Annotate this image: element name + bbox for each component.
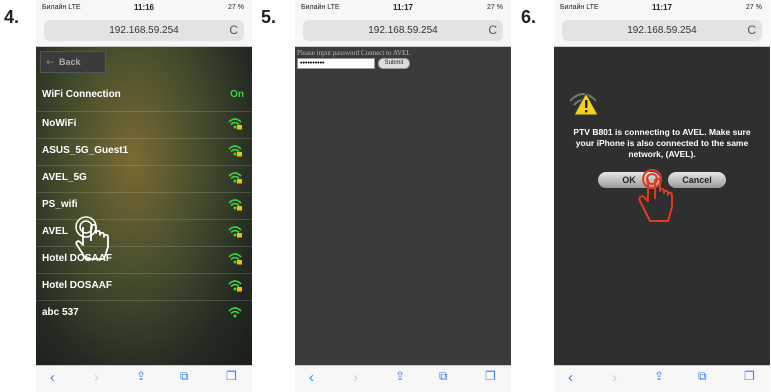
wifi-network-name: ASUS_5G_Guest1 — [42, 145, 129, 156]
clock: 11:17 — [651, 3, 673, 12]
wifi-state[interactable]: On — [230, 89, 244, 100]
password-screen: Please input password Connect to AVEL ••… — [295, 47, 511, 366]
share-icon[interactable]: ⇪ — [395, 369, 405, 383]
wifi-network-name: NoWiFi — [42, 118, 77, 129]
browser-address-bar: 192.168.59.254 C — [36, 16, 252, 47]
phone-screen-step5: Билайн LTE 11:17 27 % 192.168.59.254 C P… — [295, 0, 511, 392]
step-number: 6. — [521, 7, 537, 27]
url-field[interactable]: 192.168.59.254 C — [303, 20, 503, 41]
wifi-network-name: AVEL — [42, 226, 68, 237]
wifi-lock-icon — [228, 145, 242, 157]
url-field[interactable]: 192.168.59.254 C — [44, 20, 244, 41]
back-arrow-icon: ⇠ — [46, 57, 54, 67]
back-label: Back — [59, 57, 81, 67]
bookmarks-icon[interactable]: ⧉ — [439, 369, 448, 384]
url-field[interactable]: 192.168.59.254 C — [562, 20, 762, 41]
browser-address-bar: 192.168.59.254 C — [554, 16, 770, 47]
tap-hand-icon — [638, 169, 673, 222]
chevron-right-icon[interactable]: › — [94, 369, 99, 386]
wifi-header-title: WiFi Connection — [42, 89, 121, 100]
wifi-network-name: abc 537 — [42, 307, 79, 318]
wifi-lock-icon — [228, 172, 242, 184]
wifi-network-name: AVEL_5G — [42, 172, 87, 183]
wifi-icon — [228, 307, 242, 318]
status-bar: Билайн LTE 11:17 27 % — [295, 0, 511, 16]
wifi-network-name: PS_wifi — [42, 199, 78, 210]
wifi-lock-icon — [228, 226, 242, 238]
chevron-right-icon[interactable]: › — [353, 369, 358, 386]
submit-button[interactable]: Submit — [378, 58, 410, 69]
wifi-network-row[interactable]: abc 537 — [36, 300, 252, 325]
wifi-network-row[interactable]: NoWiFi — [36, 111, 252, 136]
url-text: 192.168.59.254 — [109, 25, 179, 36]
wifi-network-row[interactable]: Hotel DOSAAF — [36, 273, 252, 298]
clock: 11:16 — [133, 3, 155, 12]
warning-icon — [569, 91, 599, 116]
chevron-left-icon[interactable]: ‹ — [309, 369, 314, 386]
bookmarks-icon[interactable]: ⧉ — [180, 369, 189, 384]
tabs-icon[interactable]: ❐ — [744, 369, 755, 383]
wifi-lock-icon — [228, 253, 242, 265]
clock: 11:17 — [392, 3, 414, 12]
tabs-icon[interactable]: ❐ — [226, 369, 237, 383]
reload-icon[interactable]: C — [488, 20, 497, 41]
step-number: 4. — [4, 7, 20, 27]
wifi-header: WiFi Connection On — [36, 83, 252, 107]
step-number: 5. — [261, 7, 277, 27]
tabs-icon[interactable]: ❐ — [485, 369, 496, 383]
chevron-left-icon[interactable]: ‹ — [568, 369, 573, 386]
confirm-dialog-screen: PTV B801 is connecting to AVEL. Make sur… — [554, 47, 770, 366]
phone-screen-step4: Билайн LTE 11:16 27 % 192.168.59.254 C ⇠… — [36, 0, 252, 392]
reload-icon[interactable]: C — [747, 20, 756, 41]
reload-icon[interactable]: C — [229, 20, 238, 41]
wifi-network-row[interactable]: ASUS_5G_Guest1 — [36, 138, 252, 163]
chevron-right-icon[interactable]: › — [612, 369, 617, 386]
dialog-message: PTV B801 is connecting to AVEL. Make sur… — [573, 127, 751, 159]
wifi-list-screen: ⇠ Back WiFi Connection On NoWiFi ASUS_5G_G… — [36, 47, 252, 366]
wifi-network-name: Hotel DOSAAF — [42, 280, 112, 291]
password-prompt: Please input password Connect to AVEL — [297, 49, 411, 57]
browser-toolbar: ‹ › ⇪ ⧉ ❐ — [554, 365, 770, 392]
battery-label: 27 % — [228, 4, 244, 11]
battery-label: 27 % — [746, 4, 762, 11]
wifi-network-row[interactable]: Hotel DOSAAF — [36, 246, 252, 271]
browser-toolbar: ‹ › ⇪ ⧉ ❐ — [295, 365, 511, 392]
browser-toolbar: ‹ › ⇪ ⧉ ❐ — [36, 365, 252, 392]
share-icon[interactable]: ⇪ — [654, 369, 664, 383]
wifi-lock-icon — [228, 118, 242, 130]
status-bar: Билайн LTE 11:17 27 % — [554, 0, 770, 16]
url-text: 192.168.59.254 — [627, 25, 697, 36]
wifi-network-row[interactable]: AVEL_5G — [36, 165, 252, 190]
cancel-button[interactable]: Cancel — [668, 172, 726, 188]
browser-address-bar: 192.168.59.254 C — [295, 16, 511, 47]
wifi-network-row[interactable]: PS_wifi — [36, 192, 252, 217]
tap-hand-icon — [75, 216, 109, 260]
password-field[interactable]: •••••••••• — [297, 58, 375, 69]
wifi-network-row[interactable]: AVEL — [36, 219, 252, 244]
wifi-lock-icon — [228, 280, 242, 292]
bookmarks-icon[interactable]: ⧉ — [698, 369, 707, 384]
back-button[interactable]: ⇠ Back — [40, 51, 106, 73]
battery-label: 27 % — [487, 4, 503, 11]
status-bar: Билайн LTE 11:16 27 % — [36, 0, 252, 16]
chevron-left-icon[interactable]: ‹ — [50, 369, 55, 386]
phone-screen-step6: Билайн LTE 11:17 27 % 192.168.59.254 C P… — [554, 0, 770, 392]
wifi-lock-icon — [228, 199, 242, 211]
url-text: 192.168.59.254 — [368, 25, 438, 36]
share-icon[interactable]: ⇪ — [136, 369, 146, 383]
